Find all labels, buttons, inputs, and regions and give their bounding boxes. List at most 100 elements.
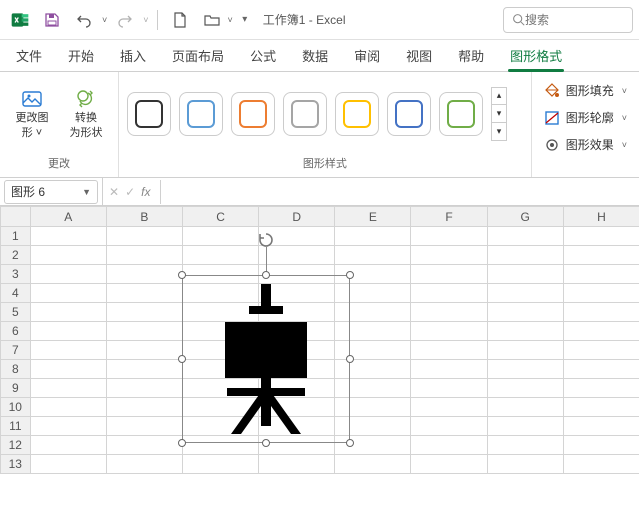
cell-B2[interactable] — [106, 246, 182, 265]
qat-customize-button[interactable]: ▾ — [237, 6, 253, 34]
fx-button[interactable]: fx — [141, 185, 150, 199]
cell-B1[interactable] — [106, 227, 182, 246]
cell-H2[interactable] — [563, 246, 639, 265]
cell-G12[interactable] — [487, 436, 563, 455]
cell-B4[interactable] — [106, 284, 182, 303]
cell-A8[interactable] — [30, 360, 106, 379]
cancel-formula-button[interactable]: ✕ — [109, 185, 119, 199]
cell-H5[interactable] — [563, 303, 639, 322]
cell-F3[interactable] — [411, 265, 487, 284]
col-header-G[interactable]: G — [487, 207, 563, 227]
tab-file[interactable]: 文件 — [6, 40, 52, 71]
shape-style-2[interactable] — [231, 92, 275, 136]
cell-H4[interactable] — [563, 284, 639, 303]
cell-C1[interactable] — [182, 227, 258, 246]
cell-H10[interactable] — [563, 398, 639, 417]
cell-F8[interactable] — [411, 360, 487, 379]
row-header-4[interactable]: 4 — [1, 284, 31, 303]
row-header-10[interactable]: 10 — [1, 398, 31, 417]
tab-help[interactable]: 帮助 — [448, 40, 494, 71]
redo-button[interactable] — [111, 6, 139, 34]
tab-data[interactable]: 数据 — [292, 40, 338, 71]
shape-style-5[interactable] — [387, 92, 431, 136]
style-gallery-more[interactable]: ▾ — [491, 123, 507, 141]
resize-handle-e[interactable] — [346, 355, 354, 363]
cell-B5[interactable] — [106, 303, 182, 322]
cell-G1[interactable] — [487, 227, 563, 246]
row-header-1[interactable]: 1 — [1, 227, 31, 246]
cell-A3[interactable] — [30, 265, 106, 284]
cell-H1[interactable] — [563, 227, 639, 246]
cell-B9[interactable] — [106, 379, 182, 398]
cell-G8[interactable] — [487, 360, 563, 379]
shape-style-3[interactable] — [283, 92, 327, 136]
tab-review[interactable]: 审阅 — [344, 40, 390, 71]
tab-shape-format[interactable]: 图形格式 — [500, 40, 572, 71]
cell-F12[interactable] — [411, 436, 487, 455]
selected-shape[interactable] — [182, 275, 350, 443]
row-header-8[interactable]: 8 — [1, 360, 31, 379]
cell-G7[interactable] — [487, 341, 563, 360]
cell-B3[interactable] — [106, 265, 182, 284]
change-graphic-button[interactable]: 更改图 形 ˅ — [8, 79, 56, 149]
resize-handle-ne[interactable] — [346, 271, 354, 279]
tab-home[interactable]: 开始 — [58, 40, 104, 71]
style-scroll-down[interactable]: ▾ — [491, 105, 507, 123]
new-file-button[interactable] — [166, 6, 194, 34]
name-box[interactable]: 图形 6 ▼ — [4, 180, 98, 204]
cell-A7[interactable] — [30, 341, 106, 360]
cell-E13[interactable] — [335, 455, 411, 474]
cell-A10[interactable] — [30, 398, 106, 417]
col-header-A[interactable]: A — [30, 207, 106, 227]
cell-F6[interactable] — [411, 322, 487, 341]
shape-style-0[interactable] — [127, 92, 171, 136]
col-header-H[interactable]: H — [563, 207, 639, 227]
cell-H13[interactable] — [563, 455, 639, 474]
cell-H3[interactable] — [563, 265, 639, 284]
cell-F1[interactable] — [411, 227, 487, 246]
formula-input[interactable] — [160, 180, 639, 204]
cell-H9[interactable] — [563, 379, 639, 398]
cell-B8[interactable] — [106, 360, 182, 379]
shape-effects-button[interactable]: 图形效果˅ — [540, 134, 631, 155]
open-file-button[interactable] — [198, 6, 226, 34]
cell-F11[interactable] — [411, 417, 487, 436]
resize-handle-s[interactable] — [262, 439, 270, 447]
cell-A4[interactable] — [30, 284, 106, 303]
cell-E1[interactable] — [335, 227, 411, 246]
cell-C2[interactable] — [182, 246, 258, 265]
cell-G13[interactable] — [487, 455, 563, 474]
save-button[interactable] — [38, 6, 66, 34]
cell-H6[interactable] — [563, 322, 639, 341]
rotation-handle[interactable] — [257, 231, 275, 249]
cell-H11[interactable] — [563, 417, 639, 436]
search-box[interactable] — [503, 7, 633, 33]
shape-style-4[interactable] — [335, 92, 379, 136]
cell-B6[interactable] — [106, 322, 182, 341]
cell-G5[interactable] — [487, 303, 563, 322]
cell-A13[interactable] — [30, 455, 106, 474]
row-header-11[interactable]: 11 — [1, 417, 31, 436]
cell-A2[interactable] — [30, 246, 106, 265]
resize-handle-sw[interactable] — [178, 439, 186, 447]
convert-to-shape-button[interactable]: 转换 为形状 — [62, 79, 110, 149]
row-header-2[interactable]: 2 — [1, 246, 31, 265]
resize-handle-n[interactable] — [262, 271, 270, 279]
cell-F10[interactable] — [411, 398, 487, 417]
shape-style-1[interactable] — [179, 92, 223, 136]
cell-F5[interactable] — [411, 303, 487, 322]
cell-G4[interactable] — [487, 284, 563, 303]
col-header-C[interactable]: C — [182, 207, 258, 227]
cell-F13[interactable] — [411, 455, 487, 474]
cell-G2[interactable] — [487, 246, 563, 265]
cell-H7[interactable] — [563, 341, 639, 360]
cell-G10[interactable] — [487, 398, 563, 417]
cell-H8[interactable] — [563, 360, 639, 379]
row-header-3[interactable]: 3 — [1, 265, 31, 284]
cell-B10[interactable] — [106, 398, 182, 417]
undo-button[interactable] — [70, 6, 98, 34]
cell-F2[interactable] — [411, 246, 487, 265]
row-header-7[interactable]: 7 — [1, 341, 31, 360]
cell-G6[interactable] — [487, 322, 563, 341]
cell-F7[interactable] — [411, 341, 487, 360]
